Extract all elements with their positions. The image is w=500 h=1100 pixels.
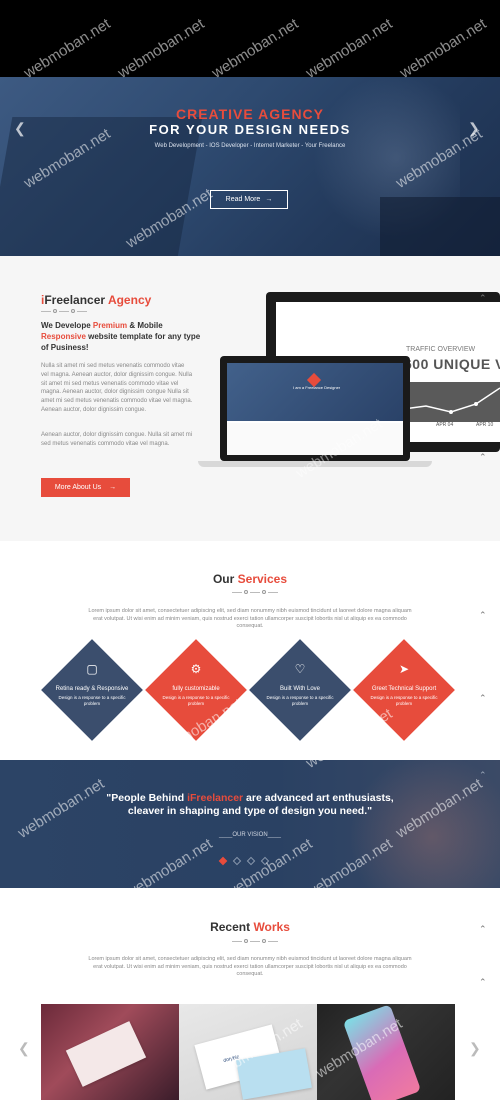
hero-slider	[0, 77, 500, 256]
chevron-up-icon[interactable]: ⌃	[479, 693, 487, 704]
laptop-mockup: I am a Freelance Designer	[220, 356, 410, 461]
arrow-right-icon: →	[265, 196, 273, 203]
monitor-chart-line	[395, 387, 500, 414]
quote-background-image	[330, 760, 500, 888]
laptop-caption: I am a Freelance Designer	[293, 385, 341, 390]
slider-dot-3[interactable]	[246, 856, 256, 866]
gear-icon: ⚙	[190, 662, 202, 676]
service-text-1: Design is a response to a specific probl…	[58, 695, 126, 706]
hero-title-line2: FOR YOUR DESIGN NEEDS	[149, 122, 351, 137]
read-more-button[interactable]: Read More →	[210, 190, 288, 209]
chevron-up-icon[interactable]: ⌃	[479, 770, 487, 781]
chevron-left-icon[interactable]: ❮	[18, 1040, 30, 1057]
chevron-up-icon[interactable]: ⌃	[479, 610, 487, 621]
service-title-1: Retina ready & Responsive	[55, 686, 129, 692]
agency-paragraph-2: Aenean auctor, dolor dignissim congue. N…	[41, 432, 193, 447]
heart-icon: ♡	[294, 662, 306, 676]
agency-paragraph-1: Nulla sit amet mi sed metus venenatis co…	[41, 363, 193, 413]
hero-background-shade	[380, 197, 500, 256]
works-divider	[232, 938, 278, 944]
rocket-icon: ➤	[398, 662, 410, 676]
top-bar	[0, 0, 500, 77]
laptop-screen: I am a Freelance Designer	[227, 363, 403, 455]
quote-slider-dots[interactable]	[218, 856, 270, 866]
agency-lead: We Develope Premium & Mobile Responsive …	[41, 321, 201, 352]
work-item-1[interactable]	[41, 1004, 179, 1100]
service-title-3: Built With Love	[279, 686, 321, 692]
chevron-up-icon[interactable]: ⌃	[479, 977, 487, 988]
services-divider	[232, 589, 278, 595]
works-title: Recent Works	[210, 920, 290, 934]
laptop-screen-hero: I am a Freelance Designer	[227, 363, 403, 421]
arrow-right-icon: →	[109, 484, 117, 491]
mobile-icon: ▢	[86, 662, 98, 676]
chevron-up-icon[interactable]: ⌃	[479, 293, 487, 304]
services-title: Our Services	[212, 572, 288, 586]
agency-divider	[41, 308, 87, 314]
service-text-4: Design is a response to a specific probl…	[370, 695, 438, 706]
services-intro: Lorem ipsum dolor sit amet, consectetuer…	[88, 608, 412, 629]
slider-dot-4[interactable]	[260, 856, 270, 866]
service-title-2: fully customizable	[172, 686, 220, 692]
hero-background-shape	[0, 117, 203, 256]
work-card	[65, 1021, 147, 1087]
monitor-label: TRAFFIC OVERVIEW	[406, 346, 476, 353]
hero-subtitle: Web Development - IOS Developer - Intern…	[154, 143, 346, 149]
monitor-axis-1: APR 04	[436, 422, 454, 428]
service-title-4: Greet Technical Support	[371, 686, 437, 692]
work-item-2[interactable]: dorybiz	[179, 1004, 317, 1100]
phone-mockup	[342, 1004, 422, 1100]
quote-text: "People Behind iFreelancer are advanced …	[106, 792, 394, 817]
more-about-us-label: More About Us	[54, 484, 102, 491]
hero-title-line1: CREATIVE AGENCY	[175, 106, 324, 122]
monitor-axis-2: APR 10	[476, 422, 494, 428]
read-more-label: Read More	[225, 196, 261, 203]
laptop-base	[198, 461, 432, 467]
more-about-us-button[interactable]: More About Us →	[41, 478, 130, 497]
monitor-chart-panel	[395, 382, 500, 422]
vision-label: ____OUR VISION____	[218, 832, 282, 838]
chevron-up-icon[interactable]: ⌃	[479, 924, 487, 935]
service-text-2: Design is a response to a specific probl…	[162, 695, 230, 706]
work-item-3[interactable]	[317, 1004, 455, 1100]
chevron-up-icon[interactable]: ⌃	[479, 452, 487, 463]
agency-title: iFreelancer Agency	[41, 293, 152, 307]
chevron-right-icon[interactable]: ❯	[469, 1040, 481, 1057]
quote-section	[0, 760, 500, 888]
slider-dot-2[interactable]	[232, 856, 242, 866]
monitor-headline: 600 UNIQUE V	[404, 356, 500, 372]
works-intro: Lorem ipsum dolor sit amet, consectetuer…	[88, 956, 412, 977]
laptop-screen-content	[227, 423, 403, 455]
service-text-3: Design is a response to a specific probl…	[266, 695, 334, 706]
slider-dot-1[interactable]	[218, 856, 228, 866]
